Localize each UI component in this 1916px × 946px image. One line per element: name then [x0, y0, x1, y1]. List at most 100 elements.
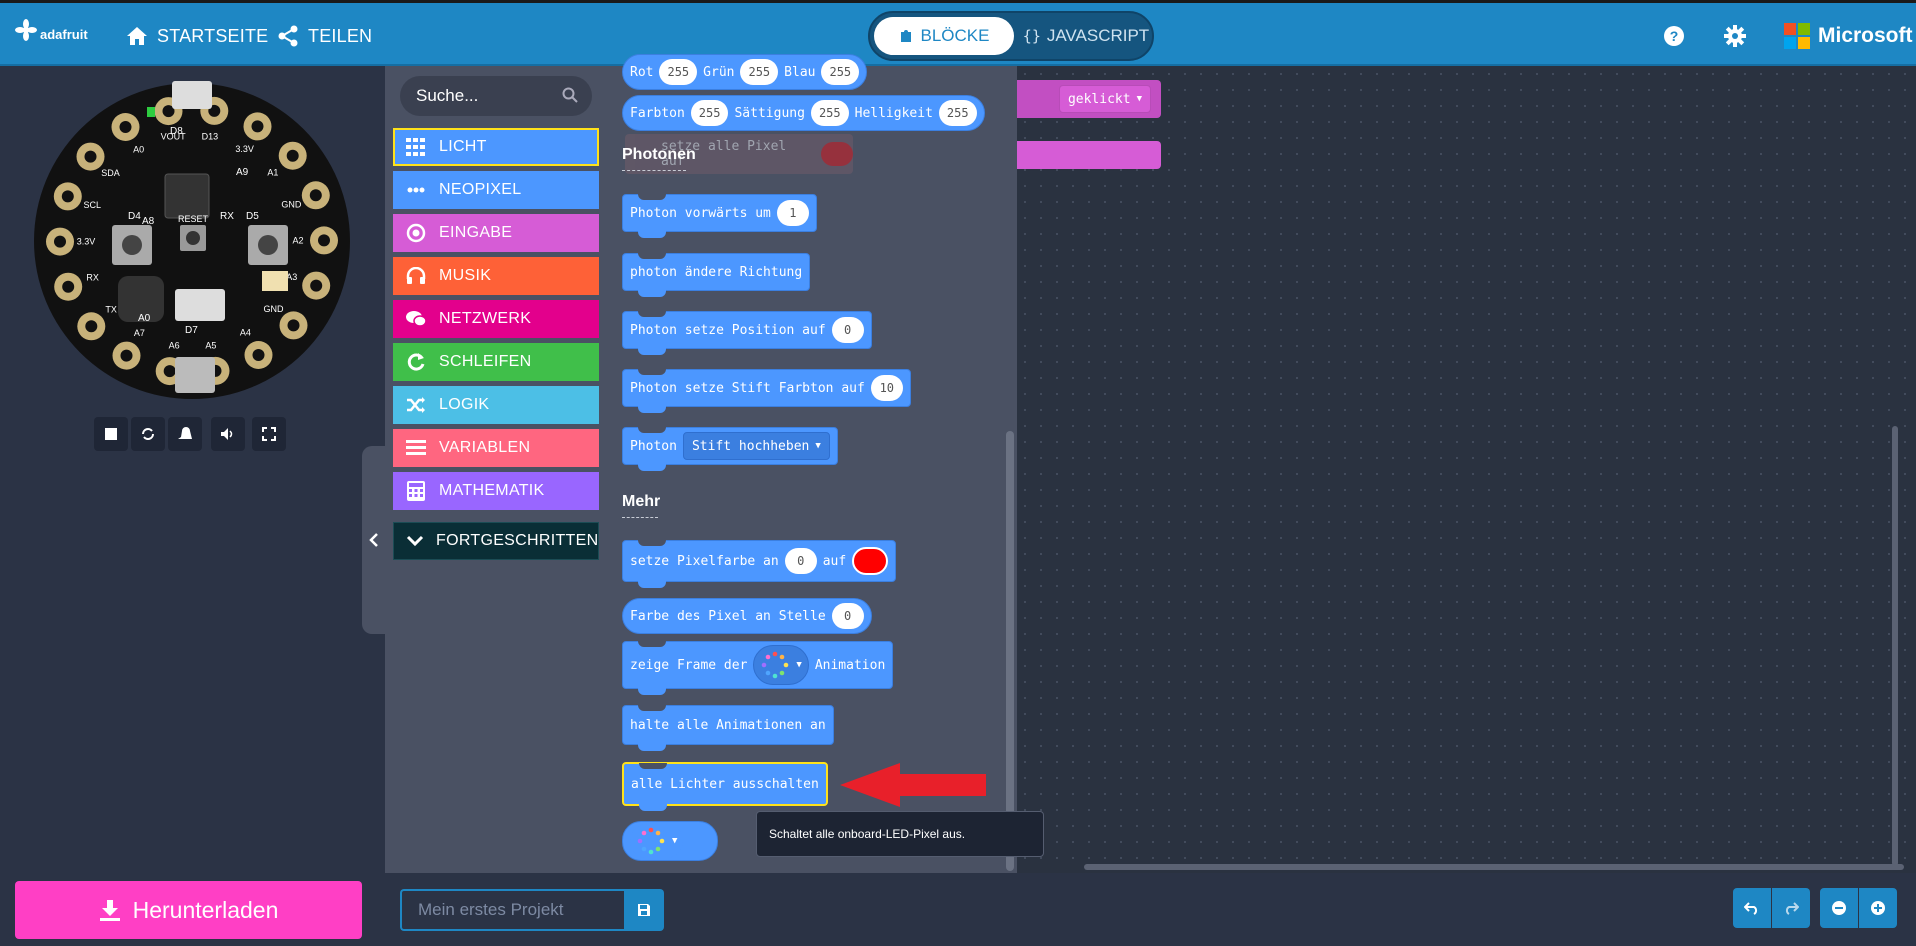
- flyout-scrollbar[interactable]: [1006, 431, 1014, 871]
- category-licht[interactable]: LICHT: [393, 128, 599, 166]
- zoom-in-icon: [1871, 901, 1885, 915]
- photon-pen-block[interactable]: Photon Stift hochheben ▼: [622, 427, 838, 471]
- board-label-d4: D4: [128, 211, 141, 222]
- hsv-s-input[interactable]: 255: [810, 100, 849, 126]
- puzzle-icon: [900, 30, 911, 42]
- pixel-color-index-input[interactable]: 0: [831, 603, 864, 629]
- mute-button[interactable]: [211, 417, 245, 451]
- animation-reporter[interactable]: ▼: [622, 821, 718, 861]
- restart-simulator-button[interactable]: [131, 417, 165, 451]
- board-pad-label: A1: [267, 168, 278, 178]
- color-picker-swatch[interactable]: [852, 547, 889, 575]
- category-logik[interactable]: LOGIK: [393, 386, 599, 424]
- rgb-color-block[interactable]: Rot 255 Grün 255 Blau 255: [622, 54, 868, 90]
- hsv-h-label: Farbton: [630, 105, 685, 121]
- download-label: Herunterladen: [132, 896, 279, 923]
- photon-position-label: Photon setze Position auf: [630, 322, 826, 338]
- hsv-h-input[interactable]: 255: [690, 100, 729, 126]
- slowmo-button[interactable]: [168, 417, 202, 451]
- photon-flip-block[interactable]: photon ändere Richtung: [622, 253, 811, 297]
- set-pixel-color-block[interactable]: setze Pixelfarbe an 0 auf: [622, 540, 897, 588]
- photon-hue-label: Photon setze Stift Farbton auf: [630, 380, 865, 396]
- category-netzwerk[interactable]: NETZWERK: [393, 300, 599, 338]
- rgb-b-input[interactable]: 255: [821, 59, 860, 85]
- stop-animations-block[interactable]: halte alle Animationen an: [622, 705, 834, 751]
- rgb-g-input[interactable]: 255: [740, 59, 779, 85]
- zoom-out-button[interactable]: [1820, 888, 1858, 928]
- zoom-out-icon: [1832, 901, 1846, 915]
- workspace-vertical-scrollbar[interactable]: [1892, 426, 1898, 866]
- project-name-placeholder: Mein erstes Projekt: [418, 900, 564, 919]
- toolbox-search-input[interactable]: Suche...: [400, 76, 592, 116]
- share-button[interactable]: TEILEN: [277, 21, 372, 51]
- clear-all-lights-label: alle Lichter ausschalten: [631, 776, 819, 792]
- board-pad-label: GND: [264, 304, 285, 314]
- board-pad-hole: [287, 319, 300, 332]
- on-event-block[interactable]: geklickt ▼: [1017, 80, 1161, 118]
- category-label: NETZWERK: [439, 310, 532, 327]
- stop-simulator-button[interactable]: [94, 417, 128, 451]
- rgb-r-input[interactable]: 255: [659, 59, 698, 85]
- redo-button[interactable]: [1772, 888, 1810, 928]
- category-variablen[interactable]: VARIABLEN: [393, 429, 599, 467]
- project-name-input[interactable]: Mein erstes Projekt: [400, 889, 626, 931]
- undo-button[interactable]: [1733, 888, 1771, 928]
- photon-hue-input[interactable]: 10: [870, 375, 903, 401]
- photon-forward-input[interactable]: 1: [776, 200, 809, 226]
- loop-icon: [405, 351, 427, 373]
- section-photonen: Photonen: [622, 146, 696, 163]
- zoom-in-button[interactable]: [1859, 888, 1897, 928]
- home-icon: [127, 27, 147, 45]
- rainbow-ring-icon: [637, 827, 665, 855]
- chevron-down-icon: [406, 530, 424, 552]
- photon-set-position-block[interactable]: Photon setze Position auf 0: [622, 311, 872, 355]
- headphones-icon: [405, 265, 427, 287]
- clear-all-lights-block[interactable]: alle Lichter ausschalten: [622, 762, 828, 811]
- board-pad-hole: [252, 349, 265, 361]
- category-label: SCHLEIFEN: [439, 353, 532, 370]
- blocks-mode-button[interactable]: BLÖCKE: [874, 17, 1014, 55]
- board-pad-label: 3.3V: [235, 144, 254, 154]
- board-pad-hole: [61, 190, 74, 203]
- microsoft-logo[interactable]: Microsoft: [1784, 23, 1913, 49]
- board-pad-hole: [119, 121, 132, 133]
- brand-name: adafruit: [40, 27, 88, 42]
- category-label: EINGABE: [439, 224, 513, 241]
- hsv-v-input[interactable]: 255: [938, 100, 977, 126]
- download-button[interactable]: Herunterladen: [15, 881, 362, 939]
- collapse-simulator-button[interactable]: [362, 446, 386, 634]
- circuit-playground-board[interactable]: D133.3VA1GNDA2A3GNDA4A5A6A7TXRX3.3VSCLSD…: [30, 79, 355, 404]
- animation-dropdown[interactable]: ▼: [753, 645, 809, 685]
- show-animation-frame-block[interactable]: zeige Frame der ▼ Animation: [622, 641, 894, 695]
- event-type-dropdown[interactable]: geklickt ▼: [1058, 85, 1151, 113]
- section-mehr-underline: [622, 517, 658, 518]
- fullscreen-button[interactable]: [252, 417, 286, 451]
- hsv-color-block[interactable]: Farbton 255 Sättigung 255 Helligkeit 255: [622, 95, 985, 131]
- photon-pen-label: Photon: [630, 438, 677, 454]
- photon-forward-block[interactable]: Photon vorwärts um 1: [622, 194, 817, 238]
- category-fortgeschritten[interactable]: FORTGESCHRITTEN: [393, 522, 599, 560]
- blocks-workspace[interactable]: geklickt ▼: [1017, 66, 1916, 873]
- photon-flip-label: photon ändere Richtung: [630, 264, 803, 280]
- home-button[interactable]: STARTSEITE: [126, 21, 268, 51]
- save-project-button[interactable]: [624, 889, 664, 931]
- photon-position-input[interactable]: 0: [831, 317, 864, 343]
- animation-reporter-dropdown[interactable]: ▼: [630, 824, 684, 858]
- pixel-color-reporter[interactable]: Farbe des Pixel an Stelle 0: [622, 598, 872, 634]
- workspace-horizontal-scrollbar[interactable]: [1084, 864, 1904, 870]
- chat-icon: [405, 308, 427, 330]
- settings-button[interactable]: [1723, 24, 1747, 53]
- photon-forward-label: Photon vorwärts um: [630, 205, 771, 221]
- category-mathematik[interactable]: MATHEMATIK: [393, 472, 599, 510]
- list-icon: [405, 437, 427, 459]
- category-neopixel[interactable]: NEOPIXEL: [393, 171, 599, 209]
- photon-set-hue-block[interactable]: Photon setze Stift Farbton auf 10: [622, 369, 911, 413]
- javascript-mode-button[interactable]: {} JAVASCRIPT: [1020, 17, 1152, 55]
- photon-pen-dropdown[interactable]: Stift hochheben ▼: [682, 432, 830, 460]
- category-schleifen[interactable]: SCHLEIFEN: [393, 343, 599, 381]
- help-button[interactable]: ?: [1663, 25, 1685, 52]
- category-musik[interactable]: MUSIK: [393, 257, 599, 295]
- set-pixel-index-input[interactable]: 0: [784, 548, 817, 574]
- category-eingabe[interactable]: EINGABE: [393, 214, 599, 252]
- brand-logo[interactable]: adafruit: [14, 17, 88, 42]
